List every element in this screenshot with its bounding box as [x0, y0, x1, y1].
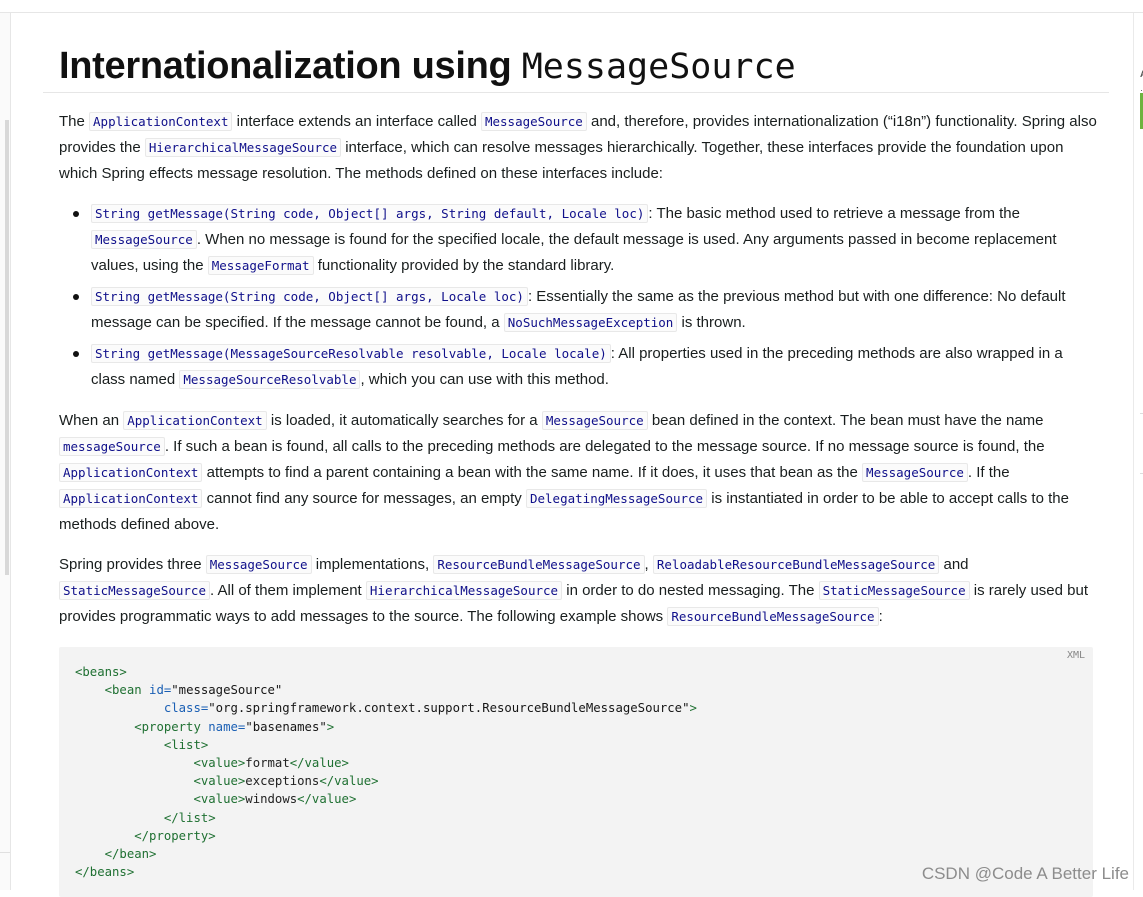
- code-token: <property: [134, 719, 209, 734]
- inline-code: ResourceBundleMessageSource: [667, 607, 879, 626]
- code-token: <list>: [163, 737, 209, 752]
- code-token: id=: [149, 683, 172, 698]
- code-token: format: [245, 756, 290, 771]
- title-code: MessageSource: [521, 47, 796, 87]
- code-token: </beans>: [75, 865, 135, 880]
- code-token: class=: [163, 701, 209, 716]
- code-line: </property>: [75, 827, 697, 845]
- methods-list: String getMessage(String code, Object[] …: [59, 201, 1099, 393]
- code-token: "org.springframework.context.support.Res…: [208, 701, 690, 716]
- code-token: exceptions: [245, 774, 320, 789]
- code-token: <bean: [104, 683, 150, 698]
- inline-code: String getMessage(String code, Object[] …: [91, 204, 649, 223]
- title-text: Internationalization using: [59, 45, 522, 87]
- inline-code: StaticMessageSource: [818, 581, 970, 600]
- code-token: "messageSource": [171, 683, 283, 698]
- inline-code: ApplicationContext: [59, 489, 203, 508]
- inline-code: MessageFormat: [207, 256, 314, 275]
- code-language-label: XML: [1066, 650, 1085, 661]
- code-line: <value>windows</value>: [75, 790, 697, 808]
- top-border: [0, 12, 1143, 13]
- inline-code: ApplicationContext: [89, 112, 233, 131]
- inline-code: StaticMessageSource: [59, 581, 210, 600]
- code-line: </beans>: [75, 863, 697, 881]
- list-item: String getMessage(MessageSourceResolvabl…: [59, 341, 1099, 393]
- code-line: </list>: [75, 809, 697, 827]
- code-token: windows: [245, 792, 298, 807]
- title-divider: [43, 92, 1109, 93]
- code-line: class="org.springframework.context.suppo…: [75, 699, 697, 717]
- xml-code-block[interactable]: XML <beans> <bean id="messageSource" cla…: [59, 647, 1093, 897]
- inline-code: String getMessage(String code, Object[] …: [91, 287, 528, 306]
- code-line: <value>format</value>: [75, 754, 697, 772]
- inline-code: messageSource: [59, 437, 165, 456]
- code-token: >: [689, 701, 697, 716]
- left-scrollbar[interactable]: [5, 120, 9, 575]
- code-token: <beans>: [75, 665, 127, 679]
- code-line: <beans>: [75, 663, 697, 681]
- code-line: <property name="basenames">: [75, 718, 697, 736]
- code-token: name=: [208, 719, 246, 734]
- inline-code: MessageSourceResolvable: [179, 370, 361, 389]
- inline-code: ResourceBundleMessageSource: [433, 555, 645, 574]
- inline-code: ApplicationContext: [59, 463, 203, 482]
- inline-code: HierarchicalMessageSource: [144, 138, 342, 157]
- code-line: <bean id="messageSource": [75, 681, 697, 699]
- inline-code: ApplicationContext: [123, 411, 267, 430]
- inline-code: HierarchicalMessageSource: [365, 581, 563, 600]
- context-paragraph: When an ApplicationContext is loaded, it…: [59, 411, 1069, 533]
- inline-code: String getMessage(MessageSourceResolvabl…: [91, 344, 611, 363]
- watermark: CSDN @Code A Better Life: [921, 864, 1129, 883]
- right-toc-panel: A ·: [1133, 13, 1143, 890]
- code-token: </value>: [297, 792, 357, 807]
- code-listing: <beans> <bean id="messageSource" class="…: [75, 663, 697, 881]
- code-token: </bean>: [104, 847, 157, 862]
- code-token: "basenames": [245, 719, 327, 734]
- inline-code: MessageSource: [541, 411, 648, 430]
- inline-code: NoSuchMessageException: [503, 313, 678, 332]
- inline-code: ReloadableResourceBundleMessageSource: [652, 555, 940, 574]
- code-token: </value>: [289, 756, 349, 771]
- inline-code: MessageSource: [862, 463, 968, 482]
- code-token: <value>: [193, 774, 246, 789]
- code-token: </value>: [319, 774, 379, 789]
- bullet: [73, 294, 79, 300]
- list-item: String getMessage(String code, Object[] …: [59, 201, 1099, 279]
- page-title: Internationalization using MessageSource: [59, 44, 796, 89]
- code-line: </bean>: [75, 845, 697, 863]
- bullet: [73, 351, 79, 357]
- list-item: String getMessage(String code, Object[] …: [59, 284, 1099, 336]
- inline-code: MessageSource: [91, 230, 197, 249]
- code-token: <value>: [193, 756, 246, 771]
- code-token: </property>: [134, 828, 216, 843]
- intro-paragraph: The ApplicationContext interface extends…: [59, 112, 1097, 182]
- code-token: >: [326, 719, 335, 734]
- bullet: [73, 211, 79, 217]
- code-line: <value>exceptions</value>: [75, 772, 697, 790]
- code-token: <value>: [193, 792, 246, 807]
- left-divider: [0, 852, 10, 853]
- inline-code: DelegatingMessageSource: [525, 489, 708, 508]
- code-line: <list>: [75, 736, 697, 754]
- inline-code: MessageSource: [480, 112, 587, 131]
- code-token: </list>: [163, 810, 216, 825]
- inline-code: MessageSource: [205, 555, 312, 574]
- implementations-paragraph: Spring provides three MessageSource impl…: [59, 555, 1088, 626]
